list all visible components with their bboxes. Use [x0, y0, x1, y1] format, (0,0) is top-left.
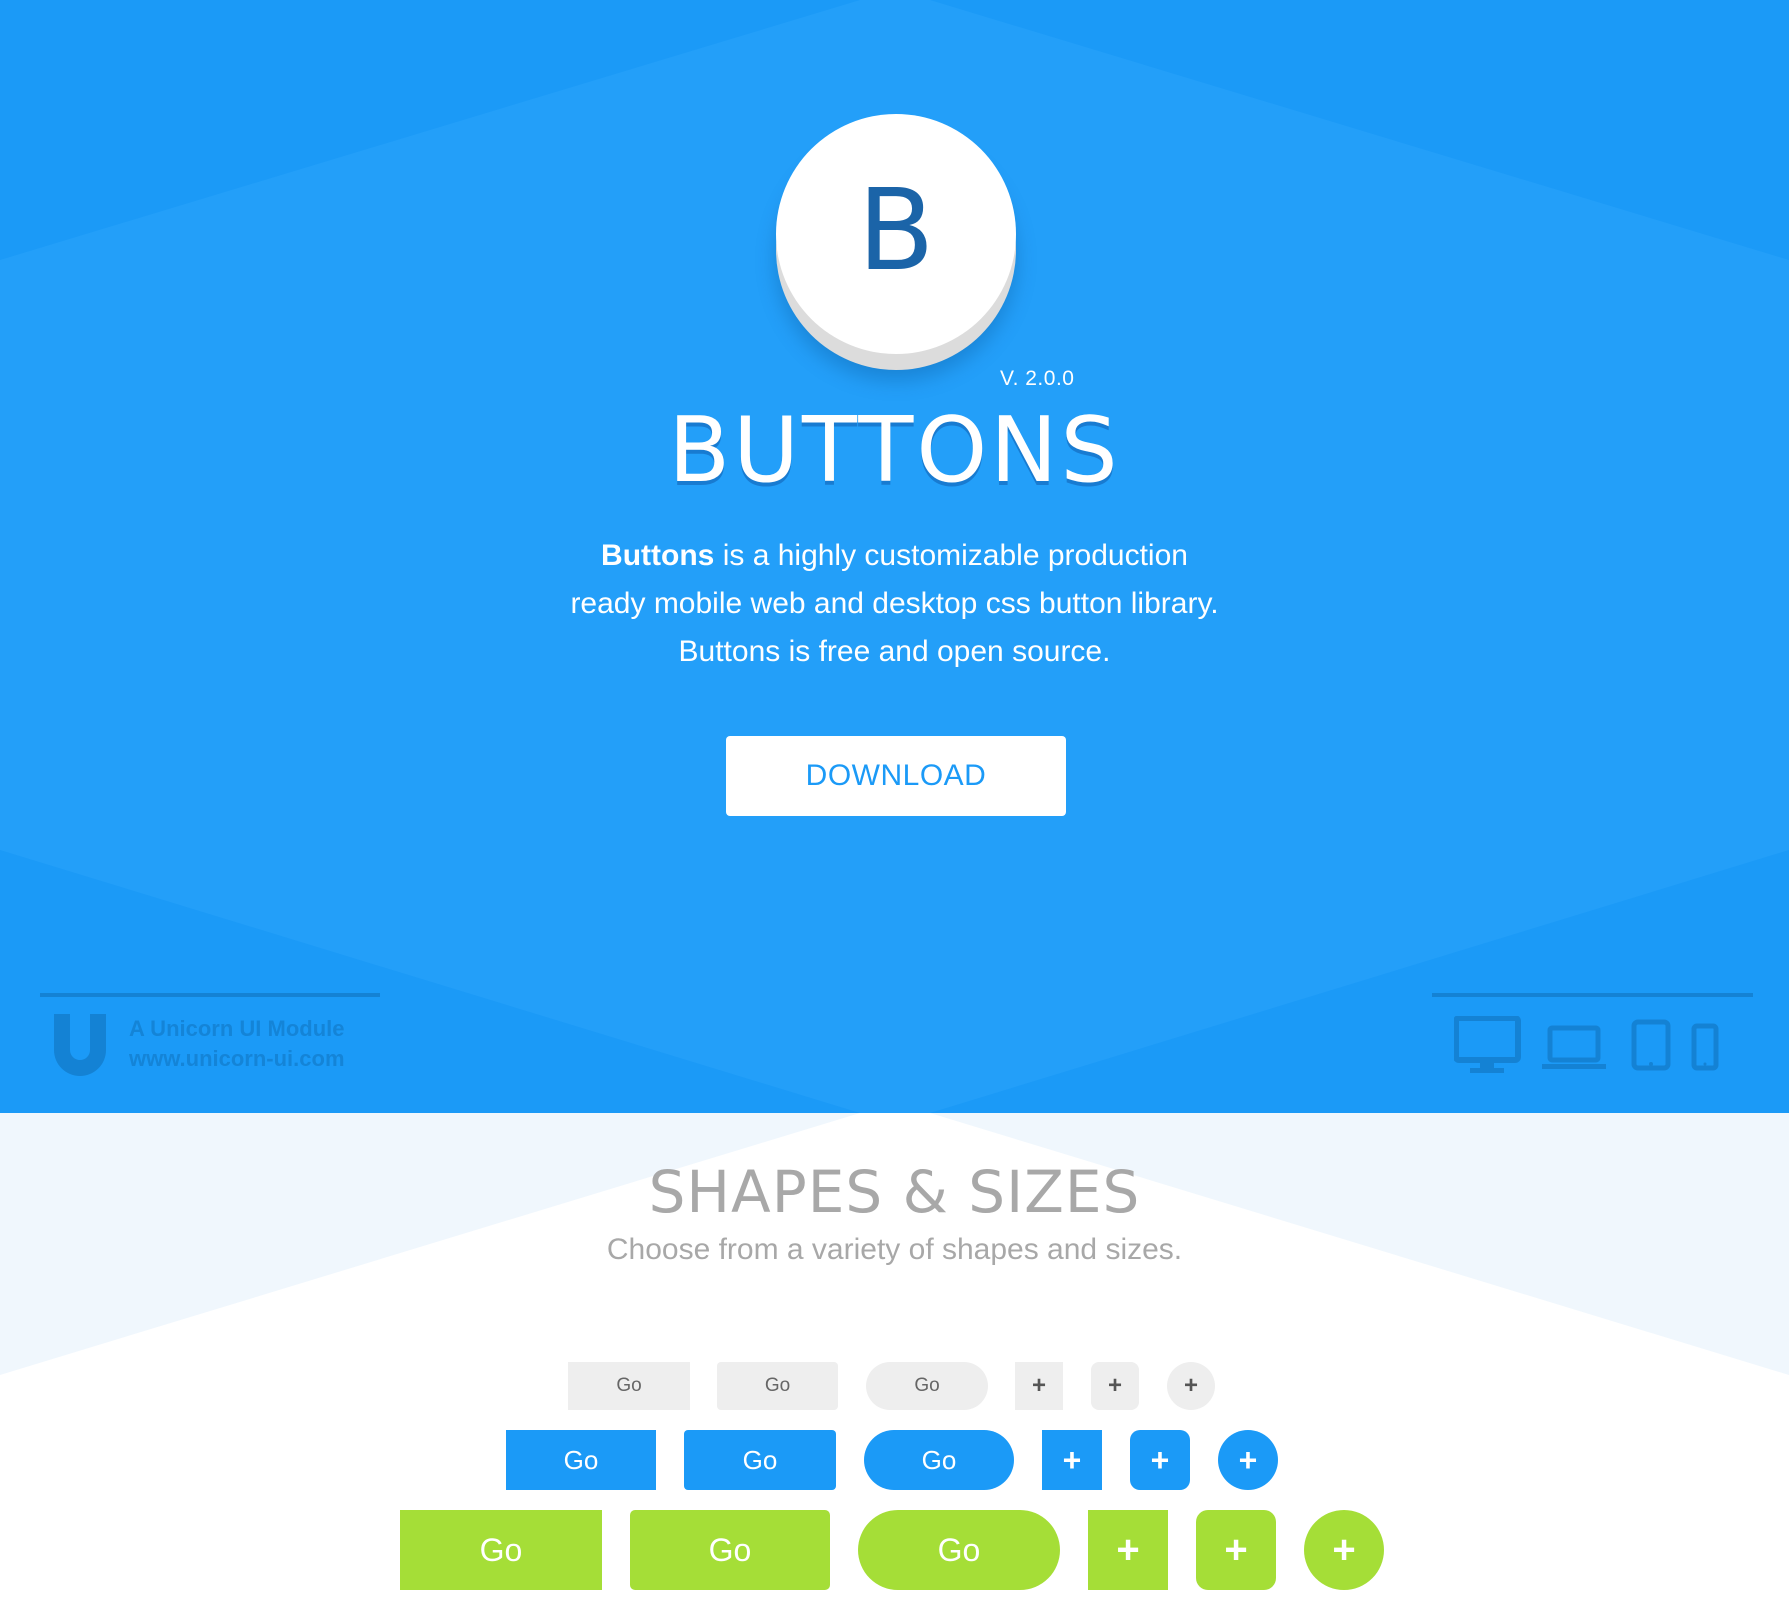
devices-icons: [1454, 1016, 1719, 1073]
medium-box-plus-button[interactable]: +: [1130, 1430, 1190, 1490]
shapes-section: SHAPES & SIZES Choose from a variety of …: [0, 1113, 1789, 1602]
small-square-button[interactable]: Go: [568, 1362, 690, 1410]
large-pill-button[interactable]: Go: [858, 1510, 1060, 1590]
small-box-plus-button[interactable]: +: [1091, 1362, 1139, 1410]
small-rounded-button[interactable]: Go: [717, 1362, 838, 1410]
hero-section: B V. 2.0.0 BUTTONS Buttons is a highly c…: [0, 0, 1789, 1113]
tablet-icon: [1631, 1019, 1671, 1071]
credit-block: A Unicorn UI Module www.unicorn-ui.com: [129, 1014, 345, 1074]
phone-icon: [1691, 1023, 1719, 1071]
version-label: V. 2.0.0: [1000, 367, 1075, 390]
large-rounded-button[interactable]: Go: [630, 1510, 830, 1590]
hero-description: Buttons is a highly customizable product…: [560, 532, 1229, 676]
section-subtitle: Choose from a variety of shapes and size…: [606, 1233, 1183, 1266]
divider-left: [40, 993, 380, 997]
medium-square-button[interactable]: Go: [506, 1430, 656, 1490]
description-bold: Buttons: [601, 539, 715, 572]
logo-letter: B: [857, 166, 935, 296]
laptop-icon: [1542, 1025, 1606, 1069]
small-square-plus-button[interactable]: +: [1015, 1362, 1063, 1410]
medium-pill-button[interactable]: Go: [864, 1430, 1014, 1490]
page-title: BUTTONS: [668, 398, 1121, 503]
large-square-plus-button[interactable]: +: [1088, 1510, 1168, 1590]
download-button[interactable]: DOWNLOAD: [726, 736, 1066, 816]
small-pill-button[interactable]: Go: [866, 1362, 988, 1410]
large-circle-plus-button[interactable]: +: [1304, 1510, 1384, 1590]
desktop-icon: [1454, 1016, 1521, 1073]
medium-square-plus-button[interactable]: +: [1042, 1430, 1102, 1490]
small-circle-plus-button[interactable]: +: [1167, 1362, 1215, 1410]
large-box-plus-button[interactable]: +: [1196, 1510, 1276, 1590]
unicorn-logo-icon: [54, 1014, 106, 1076]
medium-rounded-button[interactable]: Go: [684, 1430, 836, 1490]
logo-badge: B: [776, 114, 1016, 354]
divider-right: [1432, 993, 1753, 997]
section-title: SHAPES & SIZES: [648, 1158, 1141, 1226]
large-square-button[interactable]: Go: [400, 1510, 602, 1590]
credit-line-module: A Unicorn UI Module: [129, 1016, 345, 1041]
medium-circle-plus-button[interactable]: +: [1218, 1430, 1278, 1490]
credit-line-url[interactable]: www.unicorn-ui.com: [129, 1044, 345, 1074]
